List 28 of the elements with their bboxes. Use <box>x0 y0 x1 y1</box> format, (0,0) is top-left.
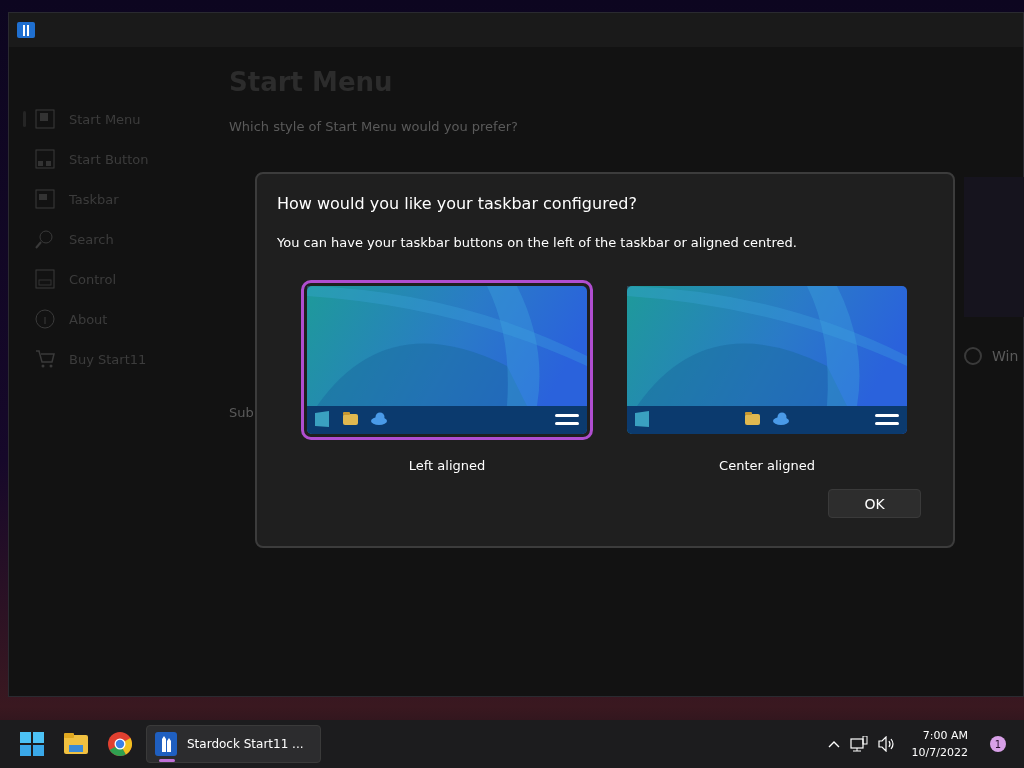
page-question: Which style of Start Menu would you prefer? <box>229 119 519 134</box>
volume-icon[interactable] <box>877 736 896 752</box>
notification-badge[interactable]: 1 <box>990 736 1006 752</box>
dialog-message: You can have your taskbar buttons on the left of the taskbar or aligned centred. <box>277 235 798 250</box>
panel-icon <box>35 109 55 129</box>
section-label: Sub <box>229 405 254 420</box>
search-icon <box>35 229 55 249</box>
panel-icon <box>35 269 55 289</box>
option-label: Left aligned <box>408 458 486 473</box>
start-icon[interactable] <box>20 732 44 756</box>
clock-date[interactable]: 10/7/2022 <box>911 744 968 761</box>
option-label: Win <box>992 348 1019 364</box>
chevron-up-icon[interactable] <box>827 740 840 748</box>
network-icon[interactable] <box>849 736 868 752</box>
info-icon <box>35 309 55 329</box>
folder-icon[interactable] <box>64 732 88 756</box>
panel-icon <box>35 189 55 209</box>
browser-icon[interactable] <box>108 732 132 756</box>
radio-button[interactable] <box>964 347 982 365</box>
cart-icon <box>35 349 55 369</box>
app-logo-icon <box>17 22 35 38</box>
panel-icon <box>35 149 55 169</box>
app-logo-icon <box>155 732 177 756</box>
option-label: Center aligned <box>719 458 815 473</box>
taskbar-window-button[interactable]: Stardock Start11 ... <box>146 725 321 763</box>
dialog-title: How would you like your taskbar configured? <box>277 194 638 213</box>
clock-time[interactable]: 7:00 AM <box>922 727 968 744</box>
ok-button[interactable]: OK <box>828 489 921 518</box>
